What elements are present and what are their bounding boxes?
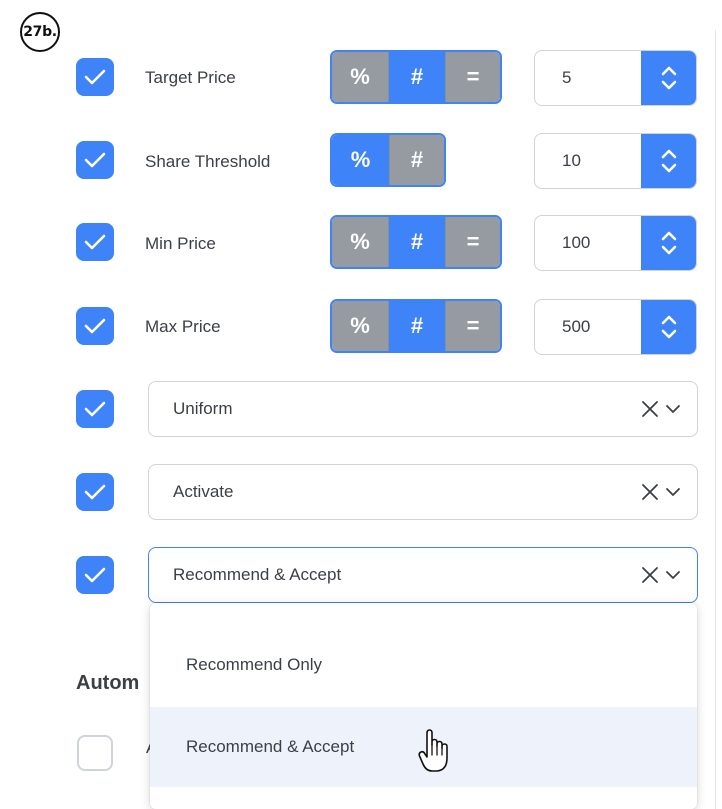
close-icon xyxy=(642,567,658,583)
target-price-stepper[interactable]: 5 xyxy=(534,50,697,106)
clear-button[interactable] xyxy=(641,548,659,602)
action-select-value: Activate xyxy=(173,482,234,501)
dropdown-toggle[interactable] xyxy=(665,548,681,602)
clear-button[interactable] xyxy=(641,465,659,519)
percent-mode-button[interactable]: % xyxy=(332,52,388,102)
min-price-stepper[interactable]: 100 xyxy=(534,215,697,271)
share-threshold-value[interactable]: 10 xyxy=(535,134,641,188)
share-threshold-checkbox[interactable] xyxy=(76,141,114,179)
distribution-checkbox[interactable] xyxy=(76,390,114,428)
dropdown-toggle[interactable] xyxy=(665,382,681,436)
distribution-select-value: Uniform xyxy=(173,399,233,418)
number-mode-button[interactable]: # xyxy=(388,301,445,351)
min-price-spinner[interactable] xyxy=(641,216,696,270)
min-price-value[interactable]: 100 xyxy=(535,216,641,270)
chevron-down-icon xyxy=(666,571,680,579)
panel-divider xyxy=(715,30,716,809)
target-price-value[interactable]: 5 xyxy=(535,51,641,105)
max-price-stepper[interactable]: 500 xyxy=(534,299,697,355)
percent-mode-button[interactable]: % xyxy=(332,217,388,267)
check-icon xyxy=(84,567,106,583)
min-price-mode-toggle: % # = xyxy=(330,215,502,269)
percent-mode-button[interactable]: % xyxy=(332,301,388,351)
chevron-up-down-icon xyxy=(661,231,676,255)
number-mode-button[interactable]: # xyxy=(389,135,444,185)
target-price-label: Target Price xyxy=(145,68,236,87)
max-price-spinner[interactable] xyxy=(641,300,696,354)
check-icon xyxy=(84,234,106,250)
check-icon xyxy=(84,484,106,500)
action-select[interactable]: Activate xyxy=(148,464,698,520)
dropdown-toggle[interactable] xyxy=(665,465,681,519)
equals-mode-button[interactable]: = xyxy=(445,217,500,267)
recommendation-select[interactable]: Recommend & Accept xyxy=(148,547,698,603)
step-badge: 27b. xyxy=(20,12,60,52)
target-price-checkbox[interactable] xyxy=(76,58,114,96)
min-price-checkbox[interactable] xyxy=(76,223,114,261)
max-price-checkbox[interactable] xyxy=(76,307,114,345)
number-mode-button[interactable]: # xyxy=(388,217,445,267)
chevron-up-down-icon xyxy=(661,315,676,339)
target-price-spinner[interactable] xyxy=(641,51,696,105)
check-icon xyxy=(84,152,106,168)
number-mode-button[interactable]: # xyxy=(388,52,445,102)
share-threshold-stepper[interactable]: 10 xyxy=(534,133,697,189)
check-icon xyxy=(84,69,106,85)
automation-option-checkbox[interactable] xyxy=(77,735,113,771)
action-checkbox[interactable] xyxy=(76,473,114,511)
check-icon xyxy=(84,401,106,417)
min-price-label: Min Price xyxy=(145,234,216,253)
clear-button[interactable] xyxy=(641,382,659,436)
close-icon xyxy=(642,484,658,500)
check-icon xyxy=(84,318,106,334)
max-price-mode-toggle: % # = xyxy=(330,299,502,353)
chevron-down-icon xyxy=(666,405,680,413)
max-price-label: Max Price xyxy=(145,317,221,336)
max-price-value[interactable]: 500 xyxy=(535,300,641,354)
dropdown-option-recommend-only[interactable]: Recommend Only xyxy=(150,625,697,705)
chevron-up-down-icon xyxy=(661,149,676,173)
share-threshold-spinner[interactable] xyxy=(641,134,696,188)
equals-mode-button[interactable]: = xyxy=(445,301,500,351)
chevron-up-down-icon xyxy=(661,66,676,90)
percent-mode-button[interactable]: % xyxy=(332,135,389,185)
target-price-mode-toggle: % # = xyxy=(330,50,502,104)
share-threshold-label: Share Threshold xyxy=(145,152,271,171)
chevron-down-icon xyxy=(666,488,680,496)
close-icon xyxy=(642,401,658,417)
recommendation-select-value: Recommend & Accept xyxy=(173,565,342,584)
automation-section-heading: Autom xyxy=(76,672,140,694)
recommendation-checkbox[interactable] xyxy=(76,556,114,594)
recommendation-dropdown-menu: Recommend Only Recommend & Accept xyxy=(150,603,697,809)
distribution-select[interactable]: Uniform xyxy=(148,381,698,437)
share-threshold-mode-toggle: % # xyxy=(330,133,446,187)
hand-pointer-icon xyxy=(418,729,448,772)
equals-mode-button[interactable]: = xyxy=(445,52,500,102)
